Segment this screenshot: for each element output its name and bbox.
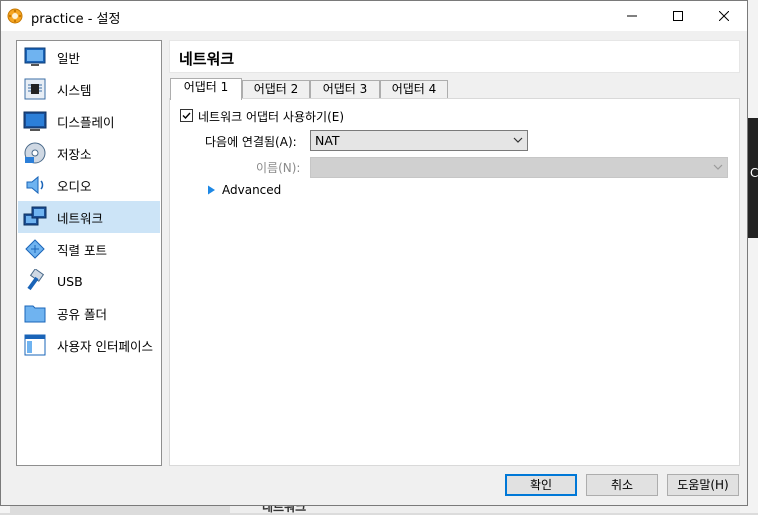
- sidebar-item-label: 일반: [57, 50, 81, 66]
- chevron-down-icon: [513, 137, 523, 143]
- minimize-button[interactable]: [609, 1, 655, 31]
- sidebar-item-audio[interactable]: 오디오: [18, 169, 160, 201]
- general-icon: [24, 47, 46, 66]
- close-button[interactable]: [701, 1, 747, 31]
- checkmark-icon: [182, 112, 191, 120]
- sidebar-item-general[interactable]: 일반: [18, 41, 160, 73]
- page-header: 네트워크: [169, 40, 740, 73]
- system-icon: [24, 78, 46, 100]
- help-button[interactable]: 도움말(H): [667, 474, 739, 496]
- sidebar-item-label: 직렬 포트: [57, 242, 107, 258]
- tab-adapter-3[interactable]: 어댑터 3: [310, 80, 380, 99]
- window-title: practice - 설정: [31, 12, 121, 27]
- sidebar-item-network[interactable]: 네트워크: [18, 201, 160, 233]
- usb-icon: [27, 269, 45, 291]
- sidebar-item-shared-folder[interactable]: 공유 폴더: [18, 297, 160, 329]
- chevron-down-icon: [713, 164, 723, 170]
- user-interface-icon: [24, 334, 46, 356]
- advanced-toggle[interactable]: Advanced: [222, 183, 281, 197]
- title-bar[interactable]: practice - 설정: [1, 1, 747, 31]
- attached-to-value: NAT: [315, 133, 340, 148]
- sidebar-item-label: 사용자 인터페이스: [57, 338, 153, 354]
- sidebar-item-usb[interactable]: USB: [18, 265, 160, 297]
- maximize-button[interactable]: [655, 1, 701, 31]
- display-icon: [23, 111, 47, 131]
- close-icon: [719, 11, 729, 21]
- attached-to-label: 다음에 연결됨(A):: [205, 135, 297, 149]
- sidebar-item-label: 시스템: [57, 82, 92, 98]
- shared-folder-icon: [24, 305, 46, 323]
- sidebar-item-label: 네트워크: [57, 210, 104, 226]
- name-label: 이름(N):: [256, 161, 301, 175]
- virtualbox-app-icon: [7, 8, 23, 24]
- network-icon: [23, 206, 47, 226]
- sidebar-item-display[interactable]: 디스플레이: [18, 105, 160, 137]
- sidebar-item-serial-port[interactable]: 직렬 포트: [18, 233, 160, 265]
- sidebar-item-storage[interactable]: 저장소: [18, 137, 160, 169]
- tab-adapter-1[interactable]: 어댑터 1: [170, 78, 242, 100]
- sidebar-item-label: USB: [57, 273, 83, 289]
- sidebar-item-label: 디스플레이: [57, 114, 115, 130]
- page-title: 네트워크: [179, 50, 235, 68]
- ok-button[interactable]: 확인: [505, 474, 577, 496]
- cancel-button[interactable]: 취소: [586, 474, 658, 496]
- tab-adapter-2[interactable]: 어댑터 2: [242, 80, 310, 99]
- serial-port-icon: [25, 239, 45, 259]
- sidebar-item-label: 저장소: [57, 146, 92, 162]
- sidebar-item-system[interactable]: 시스템: [18, 73, 160, 105]
- expand-arrow-icon[interactable]: [207, 185, 216, 195]
- settings-category-list: 일반 시스템 디스플레이 저장소 오디오 네트워크 직렬 포트 USB 공유 폴…: [16, 40, 162, 466]
- attached-to-select[interactable]: NAT: [310, 130, 528, 151]
- background-preview-text: C: [750, 166, 758, 180]
- sidebar-item-label: 공유 폴더: [57, 306, 107, 322]
- adapter-panel: [169, 98, 740, 466]
- storage-icon: [24, 142, 46, 164]
- tab-adapter-4[interactable]: 어댑터 4: [380, 80, 448, 99]
- maximize-icon: [673, 11, 683, 21]
- minimize-icon: [627, 15, 637, 17]
- name-select[interactable]: [310, 157, 728, 178]
- sidebar-item-label: 오디오: [57, 178, 92, 194]
- enable-adapter-checkbox[interactable]: [180, 109, 193, 122]
- enable-adapter-label[interactable]: 네트워크 어댑터 사용하기(E): [198, 108, 344, 125]
- audio-icon: [26, 175, 44, 195]
- sidebar-item-user-interface[interactable]: 사용자 인터페이스: [18, 329, 160, 361]
